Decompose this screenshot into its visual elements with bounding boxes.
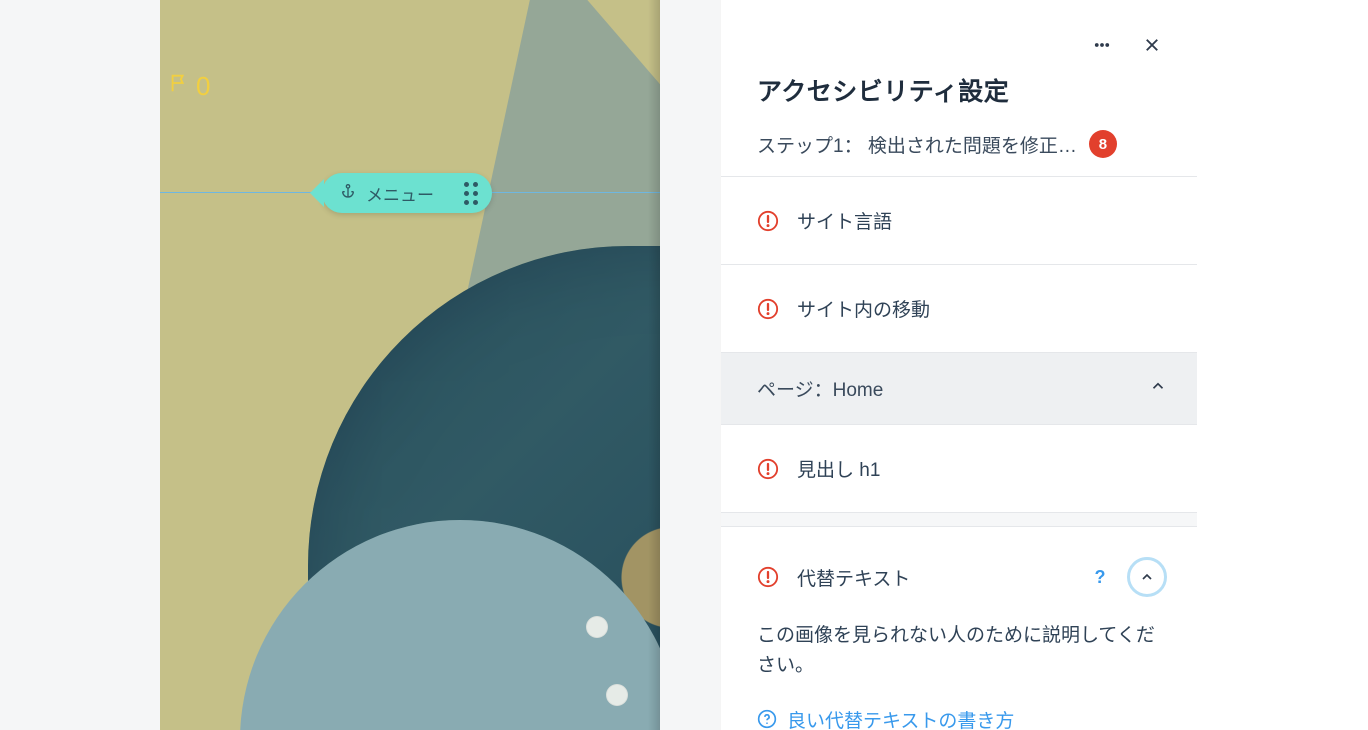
element-label-text: メニュー bbox=[366, 181, 434, 206]
right-gutter bbox=[1197, 0, 1368, 730]
issue-label: サイト言語 bbox=[797, 207, 892, 234]
accessibility-panel: アクセシビリティ設定 ステップ1： 検出された問題を修正… 8 サイト言語 サイ… bbox=[720, 0, 1197, 730]
drag-handle-icon[interactable] bbox=[464, 182, 478, 205]
issue-list[interactable]: サイト言語 サイト内の移動 ページ：Home 見出し h1 bbox=[721, 176, 1197, 730]
issue-count-badge: 8 bbox=[1089, 130, 1117, 158]
issue-alt-text: 代替テキスト ? この画像を見られない人のために説明してください。 良い代替テキ… bbox=[721, 527, 1197, 730]
dot[interactable] bbox=[586, 616, 608, 638]
page-canvas[interactable]: 0 メニュー bbox=[160, 0, 660, 730]
flag-count-value: 0 bbox=[196, 71, 210, 102]
issue-heading-h1[interactable]: 見出し h1 bbox=[721, 425, 1197, 513]
dot[interactable] bbox=[606, 684, 628, 706]
element-label-tooltip[interactable]: メニュー bbox=[322, 173, 492, 213]
link-text: 良い代替テキストの書き方 bbox=[787, 706, 1014, 730]
panel-title: アクセシビリティ設定 bbox=[757, 72, 1167, 108]
error-icon bbox=[757, 566, 779, 588]
more-options-button[interactable] bbox=[1087, 30, 1117, 60]
section-label: ページ：Home bbox=[757, 375, 883, 402]
editor-canvas-area: 0 メニュー bbox=[0, 0, 720, 730]
page-section-home[interactable]: ページ：Home bbox=[721, 353, 1197, 425]
flag-icon bbox=[168, 70, 190, 103]
list-gap bbox=[721, 513, 1197, 527]
help-icon[interactable]: ? bbox=[1087, 564, 1113, 590]
panel-subtitle: ステップ1： 検出された問題を修正… bbox=[757, 131, 1077, 158]
issue-site-navigation[interactable]: サイト内の移動 bbox=[721, 265, 1197, 353]
slider-dots bbox=[586, 616, 628, 706]
error-icon bbox=[757, 210, 779, 232]
error-icon bbox=[757, 298, 779, 320]
alt-text-description: この画像を見られない人のために説明してください。 bbox=[757, 621, 1167, 682]
collapse-button[interactable] bbox=[1127, 557, 1167, 597]
issue-label: 代替テキスト bbox=[797, 564, 910, 591]
flag-counter: 0 bbox=[168, 70, 210, 103]
alt-text-guide-link[interactable]: 良い代替テキストの書き方 bbox=[757, 706, 1167, 730]
issue-label: 見出し h1 bbox=[797, 455, 880, 482]
close-panel-button[interactable] bbox=[1137, 30, 1167, 60]
error-icon bbox=[757, 458, 779, 480]
issue-label: サイト内の移動 bbox=[797, 295, 930, 322]
panel-header: アクセシビリティ設定 ステップ1： 検出された問題を修正… 8 bbox=[721, 0, 1197, 176]
chevron-up-icon bbox=[1149, 377, 1167, 401]
panel-subtitle-row: ステップ1： 検出された問題を修正… 8 bbox=[757, 130, 1167, 158]
anchor-icon bbox=[340, 183, 356, 204]
issue-site-language[interactable]: サイト言語 bbox=[721, 177, 1197, 265]
